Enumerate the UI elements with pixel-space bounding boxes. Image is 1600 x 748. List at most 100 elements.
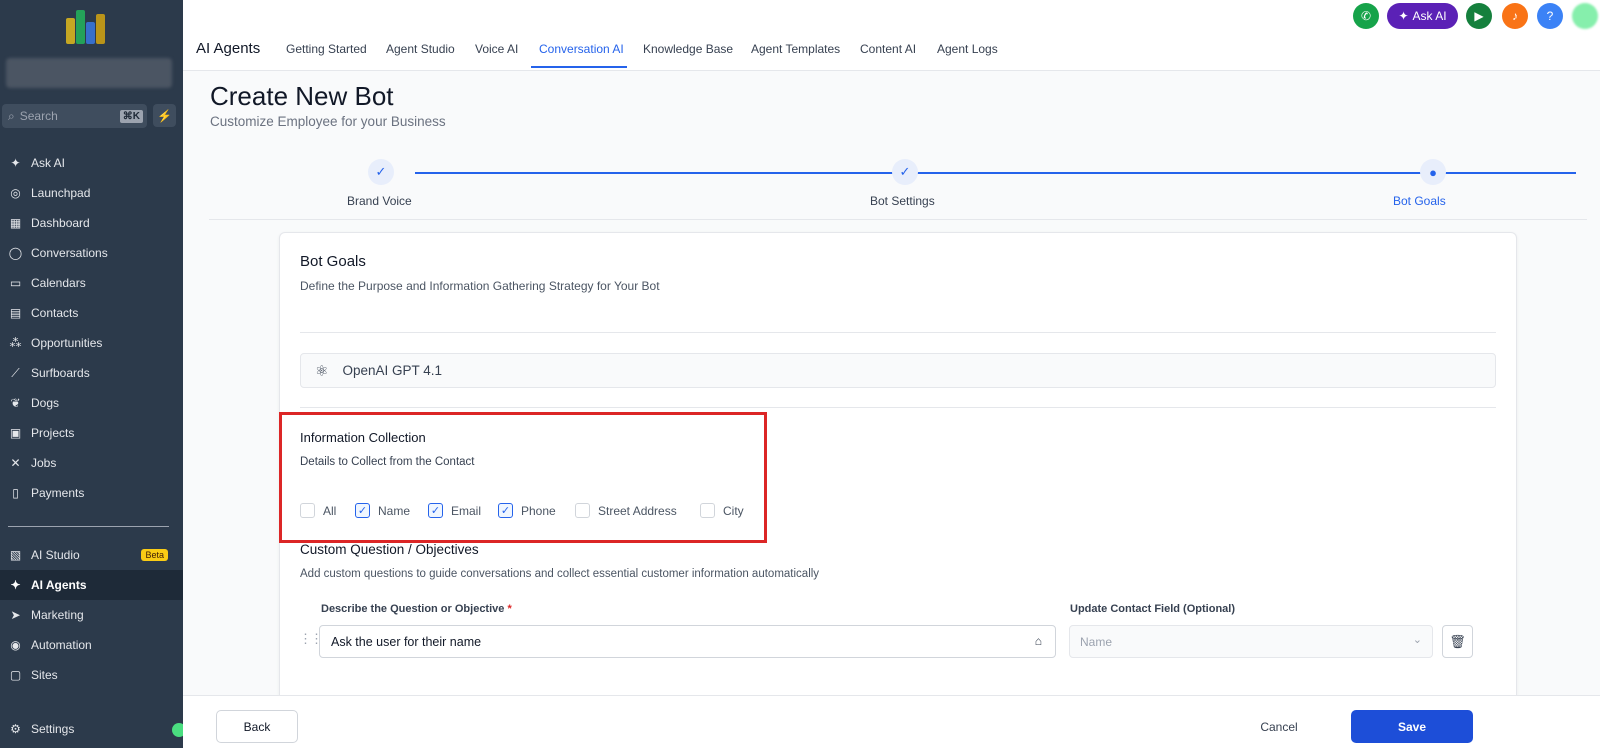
account-switcher[interactable] (6, 58, 172, 88)
sidebar-item-dogs[interactable]: ❦ Dogs (0, 388, 183, 418)
tab-voice-ai[interactable]: Voice AI (475, 42, 518, 56)
calendar-icon: ▭ (9, 276, 22, 290)
sidebar-item-label: Automation (31, 638, 92, 652)
sidebar-item-ai-agents[interactable]: ✦ AI Agents (0, 570, 183, 600)
checkbox-box[interactable] (300, 503, 315, 518)
tab-agent-studio[interactable]: Agent Studio (386, 42, 455, 56)
sidebar-item-jobs[interactable]: ✕ Jobs (0, 448, 183, 478)
checkbox-label: Name (378, 503, 411, 518)
checkbox-label: Phone (521, 503, 556, 518)
search-placeholder: Search (19, 109, 58, 123)
step-label-bot-settings[interactable]: Bot Settings (870, 194, 935, 208)
megaphone-icon[interactable]: ▶ (1466, 3, 1492, 29)
send-icon: ➤ (10, 608, 21, 622)
app-title: AI Agents (196, 40, 261, 57)
sidebar-item-launchpad[interactable]: ◎ Launchpad (0, 178, 183, 208)
checkbox-all[interactable]: All (300, 503, 336, 518)
checkbox-box[interactable] (575, 503, 590, 518)
back-button[interactable]: Back (216, 710, 298, 743)
tab-agent-templates[interactable]: Agent Templates (751, 42, 840, 56)
tab-knowledge-base[interactable]: Knowledge Base (643, 42, 733, 56)
sidebar-item-calendars[interactable]: ▭ Calendars (0, 268, 183, 298)
tab-content-ai[interactable]: Content AI (860, 42, 916, 56)
tab-conversation-ai[interactable]: Conversation AI (539, 42, 624, 56)
sidebar-item-marketing[interactable]: ➤ Marketing (0, 600, 183, 630)
question-value: Ask the user for their name (331, 634, 482, 649)
gear-icon: ⚙ (10, 722, 21, 736)
sidebar-item-opportunities[interactable]: ⁂ Opportunities (0, 328, 183, 358)
sidebar-item-contacts[interactable]: ▤ Contacts (0, 298, 183, 328)
custom-questions-title: Custom Question / Objectives (300, 542, 479, 557)
sidebar-item-payments[interactable]: ▯ Payments (0, 478, 183, 508)
sidebar-item-label: Launchpad (31, 186, 91, 200)
sidebar-item-projects[interactable]: ▣ Projects (0, 418, 183, 448)
required-marker: * (507, 603, 512, 615)
ask-ai-button[interactable]: ✦ Ask AI (1387, 3, 1458, 29)
checkmark-icon[interactable]: ✓ (428, 503, 443, 518)
sidebar-item-ai-studio[interactable]: ▧ AI Studio Beta (0, 540, 183, 570)
model-selector[interactable]: ⚛ OpenAI GPT 4.1 (300, 353, 1496, 388)
contact-field-label: Update Contact Field (Optional) (1070, 603, 1235, 615)
tag-icon[interactable]: ⌂ (1035, 634, 1042, 648)
checkbox-phone[interactable]: ✓ Phone (498, 503, 556, 518)
drag-handle-icon[interactable]: ⋮⋮ (299, 631, 323, 647)
sidebar-item-sites[interactable]: ▢ Sites (0, 660, 183, 690)
brand-logo[interactable] (66, 6, 110, 44)
rocket-icon: ◎ (10, 186, 21, 200)
sidebar-item-label: AI Studio (31, 548, 80, 562)
phone-icon[interactable]: ✆ (1353, 3, 1379, 29)
sidebar-item-label: Contacts (31, 306, 79, 320)
sidebar-item-surfboards[interactable]: ⟋ Surfboards (0, 358, 183, 388)
paw-icon: ❦ (10, 396, 21, 410)
surfboard-icon: ⟋ (11, 365, 20, 380)
search-input[interactable]: ⌕ Search ⌘K (2, 104, 147, 128)
sidebar-divider (8, 526, 169, 527)
contact-field-select[interactable]: Name ⌄ (1069, 625, 1433, 658)
footer-bar: Back Cancel Save (183, 695, 1600, 748)
card-title: Bot Goals (300, 253, 366, 270)
checkbox-name[interactable]: ✓ Name (355, 503, 410, 518)
tab-agent-logs[interactable]: Agent Logs (937, 42, 998, 56)
sidebar-item-ask-ai[interactable]: ✦ Ask AI (0, 148, 183, 178)
card-divider (300, 332, 1496, 333)
help-button[interactable]: ? (1537, 3, 1563, 29)
checkmark-icon[interactable]: ✓ (355, 503, 370, 518)
sidebar-item-label: Sites (31, 668, 58, 682)
checkbox-street-address[interactable]: Street Address (575, 503, 677, 518)
sidebar-item-label: Ask AI (31, 156, 66, 170)
checkmark-icon[interactable]: ✓ (498, 503, 513, 518)
beta-badge: Beta (141, 549, 168, 561)
step-label-bot-goals[interactable]: Bot Goals (1393, 194, 1446, 208)
sparkle-icon: ✦ (10, 156, 21, 170)
quick-action-bolt-icon[interactable]: ⚡ (153, 104, 176, 127)
step-brand-voice-check-icon: ✓ (368, 159, 394, 185)
sidebar-item-label: Calendars (31, 276, 86, 290)
checkbox-city[interactable]: City (700, 503, 744, 518)
bot-goals-card: Bot Goals Define the Purpose and Informa… (279, 232, 1517, 702)
sidebar-item-label: Projects (31, 426, 75, 440)
checkbox-email[interactable]: ✓ Email (428, 503, 481, 518)
checkbox-box[interactable] (700, 503, 715, 518)
tab-getting-started[interactable]: Getting Started (286, 42, 367, 56)
card-subtitle: Define the Purpose and Information Gathe… (300, 279, 660, 293)
active-tab-indicator (531, 66, 627, 68)
sidebar-item-label: Surfboards (31, 366, 90, 380)
delete-question-trash-icon[interactable]: 🗑 (1442, 625, 1473, 658)
sidebar-item-settings[interactable]: ⚙ Settings (0, 714, 183, 744)
step-label-brand-voice[interactable]: Brand Voice (347, 194, 412, 208)
model-name: OpenAI GPT 4.1 (342, 363, 443, 378)
avatar[interactable] (1572, 3, 1598, 29)
notification-bell-icon[interactable]: ♪ (1502, 3, 1528, 29)
sidebar-item-conversations[interactable]: ◯ Conversations (0, 238, 183, 268)
question-input[interactable]: Ask the user for their name ⌂ (319, 625, 1056, 658)
network-icon: ⁂ (9, 336, 22, 350)
cancel-button[interactable]: Cancel (1243, 710, 1315, 743)
sidebar-item-label: Jobs (31, 456, 57, 470)
receipt-icon: ▯ (12, 486, 19, 500)
save-button[interactable]: Save (1351, 710, 1473, 743)
step-bot-settings-check-icon: ✓ (892, 159, 918, 185)
step-bot-goals-dot-icon: ● (1420, 159, 1446, 185)
checkbox-label: Street Address (598, 503, 677, 518)
sidebar-item-automation[interactable]: ◉ Automation (0, 630, 183, 660)
sidebar-item-dashboard[interactable]: ▦ Dashboard (0, 208, 183, 238)
